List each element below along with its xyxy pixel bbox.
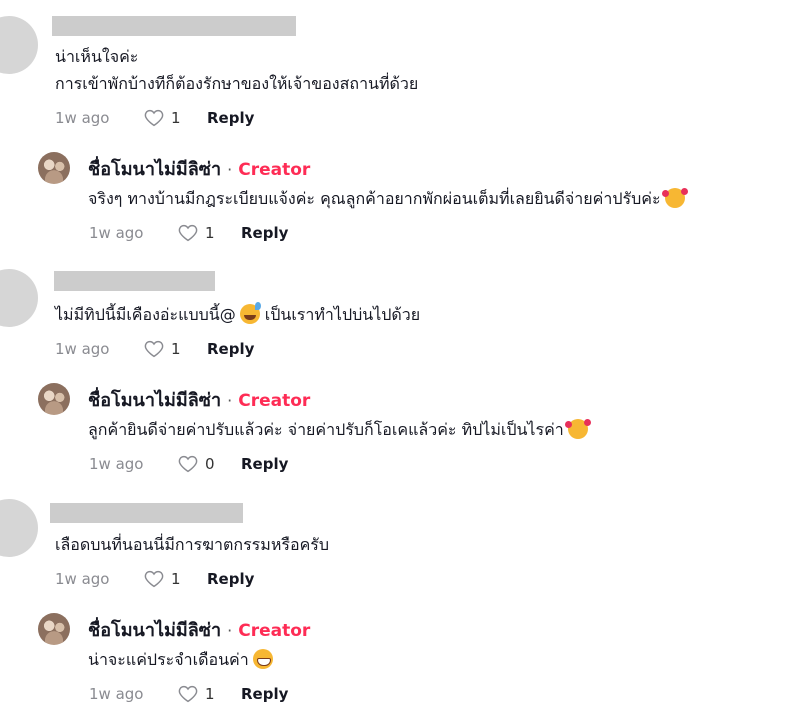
redacted-username — [52, 16, 296, 36]
commenter-avatar[interactable] — [0, 499, 38, 557]
reply-text-line: น่าจะแค่ประจำเดือนค่า — [88, 647, 273, 673]
like-count: 1 — [205, 685, 215, 703]
reply-timestamp: 1w ago — [89, 685, 144, 703]
comment-thread: น่าเห็นใจค่ะ การเข้าพักบ้างทีก็ต้องรักษา… — [0, 0, 800, 706]
reply-meta: 1w ago 1 Reply — [89, 683, 288, 705]
creator-badge: Creator — [238, 621, 311, 641]
comment-meta: 1w ago 1 Reply — [55, 568, 254, 590]
comment-text-line: การเข้าพักบ้างทีก็ต้องรักษาของให้เจ้าของ… — [55, 74, 419, 93]
like-count: 1 — [171, 340, 181, 358]
heart-outline-icon — [178, 224, 198, 242]
heart-outline-icon — [144, 570, 164, 588]
heart-outline-icon — [178, 455, 198, 473]
comment-meta: 1w ago 1 Reply — [55, 107, 254, 129]
heart-outline-icon — [144, 109, 164, 127]
like-count: 1 — [171, 109, 181, 127]
smiling-face-with-hearts-icon — [661, 188, 688, 208]
comment-text-line: ไม่มีทิปนี้มีเคืองอ่ะแบบนี้@ เป็นเราทำไป… — [55, 302, 420, 328]
heart-outline-icon — [144, 340, 164, 358]
comment-text-line: เลือดบนที่นอนนี่มีการฆาตกรรมหรือครับ — [55, 535, 330, 554]
creator-username[interactable]: ชื่อโมนาไม่มีลิซ่า — [88, 618, 221, 644]
separator-dot: · — [227, 391, 233, 410]
like-count: 1 — [205, 224, 215, 242]
reply-timestamp: 1w ago — [89, 455, 144, 473]
reply-button[interactable]: Reply — [241, 685, 288, 703]
like-count: 0 — [205, 455, 215, 473]
reply-text-line: จริงๆ ทางบ้านมีกฎระเบียบแจ้งค่ะ คุณลูกค้… — [88, 186, 688, 212]
like-button[interactable]: 0 — [177, 453, 241, 475]
reply-header: ชื่อโมนาไม่มีลิซ่า · Creator — [88, 618, 310, 644]
reply-timestamp: 1w ago — [89, 224, 144, 242]
reply-text-line: ลูกค้ายินดีจ่ายค่าปรับแล้วค่ะ จ่ายค่าปรั… — [88, 417, 591, 443]
like-button[interactable]: 1 — [177, 222, 241, 244]
comment-timestamp: 1w ago — [55, 340, 110, 358]
reply-meta: 1w ago 1 Reply — [89, 222, 288, 244]
redacted-username — [54, 271, 215, 291]
comment-timestamp: 1w ago — [55, 570, 110, 588]
redacted-username — [50, 503, 243, 523]
reply-button[interactable]: Reply — [207, 109, 254, 127]
like-button[interactable]: 1 — [143, 338, 207, 360]
comment-timestamp: 1w ago — [55, 109, 110, 127]
reply-button[interactable]: Reply — [241, 224, 288, 242]
creator-username[interactable]: ชื่อโมนาไม่มีลิซ่า — [88, 157, 221, 183]
heart-outline-icon — [178, 685, 198, 703]
like-count: 1 — [171, 570, 181, 588]
reply-header: ชื่อโมนาไม่มีลิซ่า · Creator — [88, 388, 310, 414]
comment-text: เป็นเราทำไปบ่นไปด้วย — [259, 305, 421, 324]
like-button[interactable]: 1 — [143, 568, 207, 590]
comment-meta: 1w ago 1 Reply — [55, 338, 254, 360]
reply-button[interactable]: Reply — [241, 455, 288, 473]
creator-badge: Creator — [238, 160, 311, 180]
reply-button[interactable]: Reply — [207, 570, 254, 588]
smiling-face-with-hearts-icon — [564, 419, 591, 439]
commenter-avatar[interactable] — [0, 16, 38, 74]
reply-header: ชื่อโมนาไม่มีลิซ่า · Creator — [88, 157, 310, 183]
reply-text: ลูกค้ายินดีจ่ายค่าปรับแล้วค่ะ จ่ายค่าปรั… — [88, 420, 564, 439]
creator-avatar[interactable] — [38, 383, 70, 415]
reply-meta: 1w ago 0 Reply — [89, 453, 288, 475]
reply-button[interactable]: Reply — [207, 340, 254, 358]
creator-badge: Creator — [238, 391, 311, 411]
commenter-avatar[interactable] — [0, 269, 38, 327]
separator-dot: · — [227, 160, 233, 179]
beaming-face-icon — [252, 649, 273, 669]
reply-text: จริงๆ ทางบ้านมีกฎระเบียบแจ้งค่ะ คุณลูกค้… — [88, 189, 661, 208]
comment-text-line: น่าเห็นใจค่ะ — [55, 47, 139, 66]
like-button[interactable]: 1 — [177, 683, 241, 705]
like-button[interactable]: 1 — [143, 107, 207, 129]
creator-username[interactable]: ชื่อโมนาไม่มีลิซ่า — [88, 388, 221, 414]
creator-avatar[interactable] — [38, 613, 70, 645]
reply-text: น่าจะแค่ประจำเดือนค่า — [88, 650, 249, 669]
creator-avatar[interactable] — [38, 152, 70, 184]
comment-text: ไม่มีทิปนี้มีเคืองอ่ะแบบนี้@ — [55, 305, 236, 324]
grinning-face-with-sweat-icon — [239, 302, 261, 324]
separator-dot: · — [227, 621, 233, 640]
